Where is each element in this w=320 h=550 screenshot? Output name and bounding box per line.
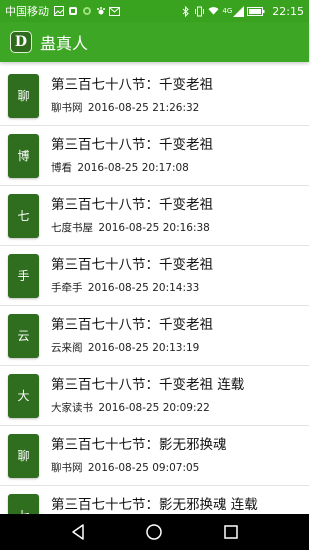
source-thumbnail: 七: [8, 493, 39, 514]
source-thumbnail: 博: [8, 133, 39, 178]
list-item[interactable]: 云 第三百七十八节：千变老祖 云来阁 2016-08-25 20:13:19: [0, 306, 309, 366]
vibrate-icon: [194, 6, 205, 17]
source-thumbnail: 云: [8, 313, 39, 358]
chapter-title: 第三百七十八节：千变老祖: [51, 197, 213, 213]
paw-icon: [95, 6, 106, 17]
source-name: 聊书网: [51, 462, 83, 474]
chapter-title: 第三百七十八节：千变老祖 连载: [51, 377, 245, 393]
list-item[interactable]: 七 第三百七十七节：影无邪换魂 连载: [0, 486, 309, 514]
source-name: 七度书屋: [51, 222, 93, 234]
item-meta: 聊书网 2016-08-25 21:26:32: [51, 102, 213, 115]
chapter-title: 第三百七十七节：影无邪换魂: [51, 437, 227, 453]
list-item[interactable]: 七 第三百七十八节：千变老祖 七度书屋 2016-08-25 20:16:38: [0, 186, 309, 246]
update-time: 2016-08-25 20:09:22: [98, 402, 210, 414]
source-name: 云来阁: [51, 342, 83, 354]
back-icon[interactable]: [66, 520, 90, 544]
status-bar: 中国移动 4G 22:15: [0, 0, 309, 22]
image-icon: [53, 6, 64, 17]
list-item[interactable]: 博 第三百七十八节：千变老祖 博看 2016-08-25 20:17:08: [0, 126, 309, 186]
source-thumbnail: 手: [8, 253, 39, 298]
source-thumbnail: 大: [8, 373, 39, 418]
home-icon[interactable]: [142, 520, 166, 544]
app-notification-icon: [67, 6, 78, 17]
source-thumbnail: 七: [8, 193, 39, 238]
clock: 22:15: [272, 4, 304, 18]
app-logo-icon[interactable]: D: [10, 31, 32, 53]
recents-icon[interactable]: [219, 520, 243, 544]
source-thumbnail: 聊: [8, 73, 39, 118]
bluetooth-icon: [180, 5, 191, 17]
update-time: 2016-08-25 20:16:38: [98, 222, 210, 234]
app-logo-letter: D: [14, 34, 28, 50]
battery-icon: [247, 6, 265, 17]
item-meta: 七度书屋 2016-08-25 20:16:38: [51, 222, 213, 235]
list-item[interactable]: 手 第三百七十八节：千变老祖 手牵手 2016-08-25 20:14:33: [0, 246, 309, 306]
carrier-label: 中国移动: [5, 5, 49, 18]
navigation-bar: [0, 514, 309, 550]
chapter-title: 第三百七十七节：影无邪换魂 连载: [51, 497, 258, 513]
source-name: 大家读书: [51, 402, 93, 414]
chapter-title: 第三百七十八节：千变老祖: [51, 77, 213, 93]
green-app-icon: [81, 6, 92, 17]
source-thumbnail: 聊: [8, 433, 39, 478]
list-item[interactable]: 聊 第三百七十八节：千变老祖 聊书网 2016-08-25 21:26:32: [0, 66, 309, 126]
source-name: 博看: [51, 162, 72, 174]
list-item[interactable]: 聊 第三百七十七节：影无邪换魂 聊书网 2016-08-25 09:07:05: [0, 426, 309, 486]
network-type-label: 4G: [222, 7, 233, 15]
update-time: 2016-08-25 09:07:05: [87, 462, 200, 474]
update-time: 2016-08-25 21:26:32: [87, 102, 200, 114]
item-meta: 云来阁 2016-08-25 20:13:19: [51, 342, 213, 355]
source-name: 聊书网: [51, 102, 83, 114]
source-name: 手牵手: [51, 282, 83, 294]
app-bar: D 蛊真人: [0, 22, 309, 62]
page-title: 蛊真人: [40, 34, 89, 53]
item-meta: 博看 2016-08-25 20:17:08: [51, 162, 213, 175]
item-meta: 手牵手 2016-08-25 20:14:33: [51, 282, 213, 295]
update-time: 2016-08-25 20:17:08: [77, 162, 189, 174]
item-meta: 聊书网 2016-08-25 09:07:05: [51, 462, 227, 475]
chapter-list[interactable]: 聊 第三百七十八节：千变老祖 聊书网 2016-08-25 21:26:32 博…: [0, 62, 309, 514]
list-item[interactable]: 大 第三百七十八节：千变老祖 连载 大家读书 2016-08-25 20:09:…: [0, 366, 309, 426]
item-meta: 大家读书 2016-08-25 20:09:22: [51, 402, 244, 415]
chapter-title: 第三百七十八节：千变老祖: [51, 137, 213, 153]
update-time: 2016-08-25 20:13:19: [87, 342, 200, 354]
wifi-icon: [208, 6, 219, 17]
signal-icon: [233, 5, 245, 17]
update-time: 2016-08-25 20:14:33: [87, 282, 200, 294]
chapter-title: 第三百七十八节：千变老祖: [51, 257, 213, 273]
mail-icon: [109, 6, 120, 17]
chapter-title: 第三百七十八节：千变老祖: [51, 317, 213, 333]
